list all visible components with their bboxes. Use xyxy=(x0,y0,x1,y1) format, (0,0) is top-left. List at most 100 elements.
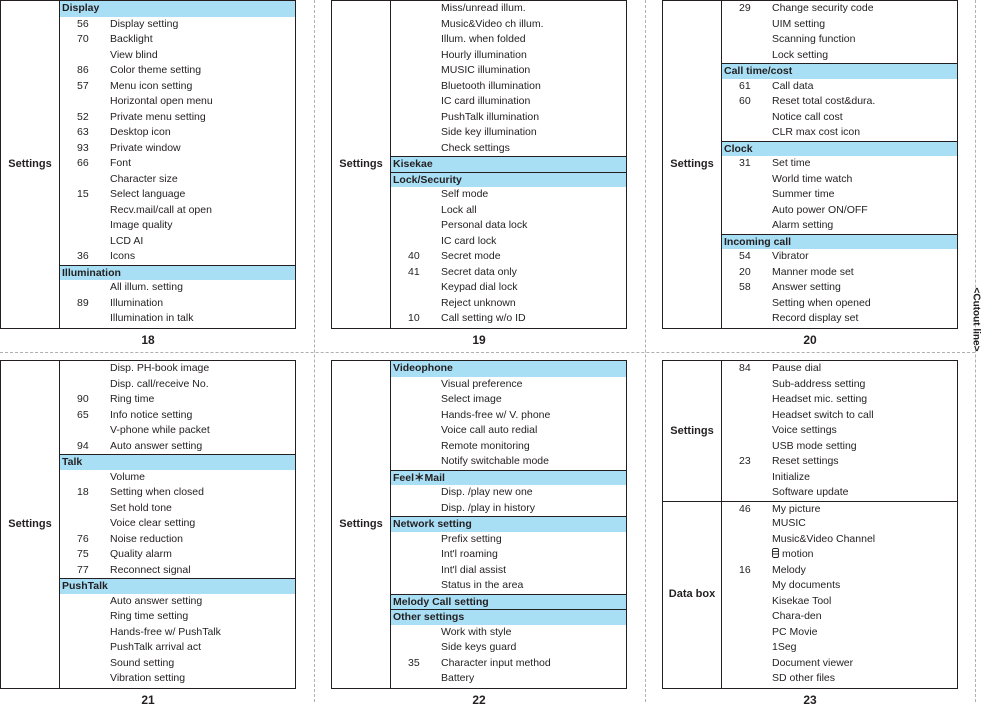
menu-label: Secret mode xyxy=(441,250,501,262)
menu-item: 76 Noise reduction xyxy=(60,532,295,548)
menu-item: Hands-free w/ V. phone xyxy=(391,408,626,424)
menu-label: Lock all xyxy=(441,203,477,216)
menu-item: Headset switch to call xyxy=(722,408,957,424)
page-panel-20: 29 Change security code UIM setting Scannin… xyxy=(662,0,958,359)
menu-item: 60 Reset total cost&dura. xyxy=(722,94,957,110)
menu-label: Auto power ON/OFF xyxy=(772,203,868,216)
menu-label: Voice clear setting xyxy=(110,517,196,529)
menu-item: MUSIC illumination xyxy=(391,63,626,79)
menu-number: 89 xyxy=(77,296,89,309)
menu-label: Manner mode set xyxy=(772,265,854,278)
menu-label: Vibrator xyxy=(772,250,809,262)
section-header: Incoming call xyxy=(722,233,957,249)
menu-number: 23 xyxy=(739,455,751,467)
menu-item: Ring time setting xyxy=(60,609,295,625)
menu-number: 18 xyxy=(77,486,89,498)
menu-item: 23 Reset settings xyxy=(722,454,957,470)
category-label: Settings xyxy=(339,517,383,530)
menu-label: Disp. /play in history xyxy=(441,501,535,514)
menu-item: Self mode xyxy=(391,187,626,203)
cutout-line-label: <Cutout line> xyxy=(970,287,982,352)
section-header: Clock xyxy=(722,140,957,156)
menu-label: Disp. /play new one xyxy=(441,486,533,498)
menu-label: Answer setting xyxy=(772,281,841,293)
menu-item: Disp. PH-book image xyxy=(60,361,295,377)
menu-item: 84 Pause dial xyxy=(722,361,957,377)
menu-number: 76 xyxy=(77,532,89,545)
menu-item: 52 Private menu setting xyxy=(60,110,295,126)
menu-number: 75 xyxy=(77,548,89,560)
menu-label: Headset mic. setting xyxy=(772,393,868,405)
section-header: Melody Call setting xyxy=(391,593,626,609)
menu-item: Miss/unread illum. xyxy=(391,1,626,17)
menu-label: Desktop icon xyxy=(110,126,171,138)
menu-item: Record display set xyxy=(722,311,957,327)
menu-table: Videophone Visual preference Select image H… xyxy=(331,360,627,689)
menu-label: IC card lock xyxy=(441,234,497,247)
menu-number: 20 xyxy=(739,265,751,278)
menu-label: Info notice setting xyxy=(110,408,193,421)
menu-label: Font xyxy=(110,157,132,169)
category-label: Settings xyxy=(8,157,52,170)
menu-label: Setting when opened xyxy=(772,296,871,309)
page-panel-18: Display 56 Display setting 70 Backlight View … xyxy=(0,0,296,359)
menu-item: Summer time xyxy=(722,187,957,203)
category-label: Settings xyxy=(339,157,383,170)
menu-label: Pause dial xyxy=(772,362,822,374)
menu-item: Bluetooth illumination xyxy=(391,79,626,95)
category-label: Data box xyxy=(668,587,716,600)
menu-label: Call setting w/o ID xyxy=(441,312,526,324)
menu-label: My picture xyxy=(772,502,821,515)
menu-item: 94 Auto answer setting xyxy=(60,439,295,455)
menu-item: Illum. when folded xyxy=(391,32,626,48)
menu-label: Character size xyxy=(110,172,178,185)
menu-label: World time watch xyxy=(772,172,853,185)
menu-item: 70 Backlight xyxy=(60,32,295,48)
menu-label: View blind xyxy=(110,48,158,61)
menu-number: 70 xyxy=(77,33,89,45)
menu-label: V-phone while packet xyxy=(110,424,210,436)
menu-label: Hourly illumination xyxy=(441,48,527,61)
menu-item: 36 Icons xyxy=(60,249,295,265)
menu-item: 63 Desktop icon xyxy=(60,125,295,141)
menu-label: Reconnect signal xyxy=(110,563,191,576)
menu-label: Recv.mail/call at open xyxy=(110,203,212,216)
menu-label: Melody xyxy=(772,563,806,576)
section-header: Lock/Security xyxy=(391,171,626,187)
menu-item: PC Movie xyxy=(722,625,957,641)
menu-item: Headset mic. setting xyxy=(722,392,957,408)
menu-item: Hourly illumination xyxy=(391,48,626,64)
menu-label: Battery xyxy=(441,672,475,684)
menu-item: Disp. call/receive No. xyxy=(60,377,295,393)
menu-item: Horizontal open menu xyxy=(60,94,295,110)
menu-label: Music&Video ch illum. xyxy=(441,17,544,30)
menu-item: 77 Reconnect signal xyxy=(60,563,295,579)
menu-label: Lock setting xyxy=(772,48,829,61)
menu-label: MUSIC xyxy=(772,517,806,529)
menu-number: 56 xyxy=(77,17,89,30)
menu-item: Reject unknown xyxy=(391,296,626,312)
menu-item: Personal data lock xyxy=(391,218,626,234)
menu-item: Auto answer setting xyxy=(60,594,295,610)
menu-item: Kisekae Tool xyxy=(722,594,957,610)
menu-item: Chara-den xyxy=(722,609,957,625)
menu-label: Document viewer xyxy=(772,656,854,669)
menu-number: 63 xyxy=(77,126,89,138)
menu-label: UIM setting xyxy=(772,17,826,30)
menu-item: View blind xyxy=(60,48,295,64)
menu-number: 61 xyxy=(739,79,751,92)
menu-label: Illumination xyxy=(110,296,164,309)
section-header: Talk xyxy=(60,454,295,470)
menu-label: LCD AI xyxy=(110,234,144,247)
menu-item: Side keys guard xyxy=(391,640,626,656)
category-label: Settings xyxy=(670,424,714,437)
menu-label: Private menu setting xyxy=(110,110,206,123)
menu-item: 1Seg xyxy=(722,640,957,656)
menu-label: Int'l roaming xyxy=(441,548,498,560)
menu-item: 40 Secret mode xyxy=(391,249,626,265)
menu-item: IC card lock xyxy=(391,234,626,250)
menu-label: Reset settings xyxy=(772,455,839,467)
menu-number: 86 xyxy=(77,64,89,76)
page-panel-22: Videophone Visual preference Select image H… xyxy=(331,360,627,719)
menu-item: 46 My picture xyxy=(722,500,957,517)
